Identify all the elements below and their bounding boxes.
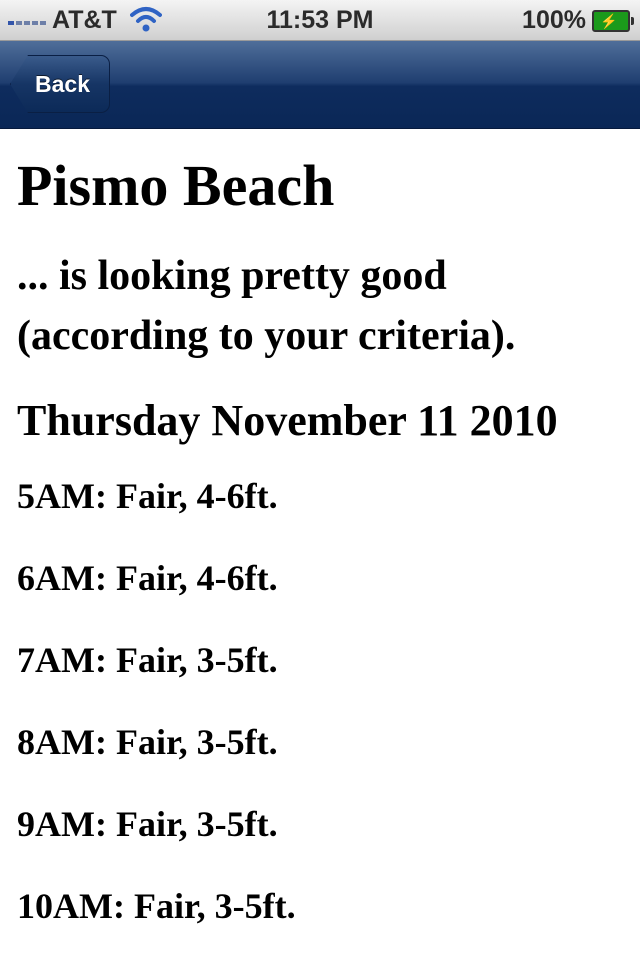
plug-icon: ⚡ xyxy=(600,13,618,29)
forecast-item: 6AM: Fair, 4-6ft. xyxy=(17,558,278,598)
forecast-item: 5AM: Fair, 4-6ft. xyxy=(17,476,278,516)
status-subtitle: ... is looking pretty good (according to… xyxy=(17,253,516,359)
forecast-list: 5AM: Fair, 4-6ft. 6AM: Fair, 4-6ft. 7AM:… xyxy=(17,476,627,926)
page-title: Pismo Beach xyxy=(17,153,335,218)
forecast-item: 10AM: Fair, 3-5ft. xyxy=(17,886,296,926)
forecast-item: 8AM: Fair, 3-5ft. xyxy=(17,722,278,762)
navigation-bar: Back xyxy=(0,41,640,129)
date-heading: Thursday November 11 2010 xyxy=(17,396,558,445)
forecast-item: 9AM: Fair, 3-5ft. xyxy=(17,804,278,844)
forecast-item: 7AM: Fair, 3-5ft. xyxy=(17,640,278,680)
back-button[interactable]: Back xyxy=(10,55,110,113)
battery-charging-icon: ⚡ xyxy=(592,10,634,32)
battery-percentage: 100% xyxy=(522,6,586,34)
main-content: Pismo Beach ... is looking pretty good (… xyxy=(17,128,627,960)
status-bar: AT&T 11:53 PM 100% ⚡ xyxy=(0,0,640,41)
